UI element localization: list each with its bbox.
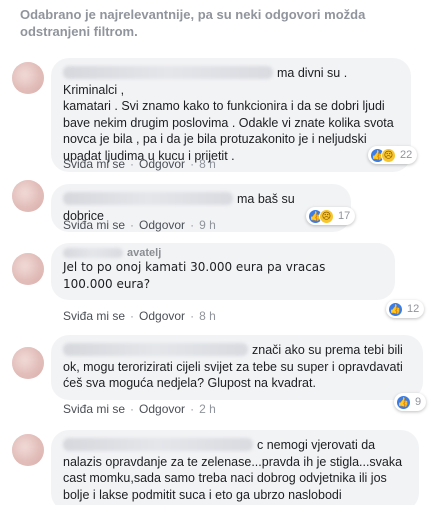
comment-actions: Sviđa mi se · Odgovor · 9 h — [63, 218, 216, 232]
avatar[interactable] — [12, 180, 44, 212]
timestamp[interactable]: 9 h — [199, 218, 216, 232]
sad-icon: ☹ — [319, 208, 334, 224]
comment-text: Jel to po onoj kamati 30.000 eura pa vra… — [63, 260, 326, 291]
comment-bubble: avatelj Jel to po onoj kamati 30.000 eur… — [51, 243, 395, 300]
reaction-summary[interactable]: 👍 ☹ 22 — [368, 146, 418, 164]
comment-text: nalazis opravdanje za te zelenase...prav… — [63, 454, 403, 502]
redacted-author-name[interactable] — [63, 438, 253, 451]
reply-button[interactable]: Odgovor — [139, 218, 185, 232]
like-button[interactable]: Sviđa mi se — [63, 402, 125, 416]
like-button[interactable]: Sviđa mi se — [63, 157, 125, 171]
separator: · — [130, 218, 135, 232]
separator: · — [190, 218, 195, 232]
comment-text-start: c nemogi vjerovati da — [257, 438, 376, 452]
reply-button[interactable]: Odgovor — [139, 157, 185, 171]
redacted-author-name[interactable] — [63, 343, 248, 356]
timestamp[interactable]: 8 h — [199, 157, 216, 171]
redacted-author-name[interactable] — [63, 248, 123, 258]
reaction-count: 22 — [400, 149, 413, 161]
separator: · — [190, 157, 195, 171]
comment-actions: Sviđa mi se · Odgovor · 2 h — [63, 402, 216, 416]
reaction-summary[interactable]: 👍 ☹ 17 — [306, 207, 356, 225]
like-icon: 👍 — [388, 301, 403, 317]
like-icon: 👍 — [396, 394, 411, 410]
separator: · — [130, 402, 135, 416]
avatar[interactable] — [12, 62, 44, 94]
comment-text: Kriminalci , kamatari . Svi znamo kako t… — [63, 82, 394, 163]
comment-bubble: znači ako su prema tebi bili ok, mogu te… — [51, 335, 423, 400]
comment-text: ok, mogu terorizirati cijeli svijet za t… — [63, 359, 403, 391]
reaction-count: 17 — [338, 210, 351, 222]
comment-actions: Sviđa mi se · Odgovor · 8 h — [63, 157, 216, 171]
comment-bubble: ma divni su . Kriminalci , kamatari . Sv… — [51, 58, 411, 172]
redacted-author-name[interactable] — [63, 66, 273, 79]
like-button[interactable]: Sviđa mi se — [63, 218, 125, 232]
separator: · — [130, 309, 135, 323]
redacted-author-name[interactable] — [63, 192, 233, 205]
reaction-summary[interactable]: 👍 12 — [386, 300, 425, 318]
comment-text-start: ma divni su . — [277, 66, 348, 80]
sad-icon: ☹ — [381, 147, 396, 163]
separator: · — [190, 402, 195, 416]
timestamp[interactable]: 2 h — [199, 402, 216, 416]
reply-button[interactable]: Odgovor — [139, 309, 185, 323]
comment-text-start: znači ako su prema tebi bili — [252, 343, 403, 357]
avatar[interactable] — [12, 253, 44, 285]
separator: · — [130, 157, 135, 171]
filter-note: Odabrano je najrelevantnije, pa su neki … — [20, 7, 366, 39]
like-button[interactable]: Sviđa mi se — [63, 309, 125, 323]
avatar[interactable] — [12, 347, 44, 379]
timestamp[interactable]: 8 h — [199, 309, 216, 323]
reaction-count: 9 — [415, 396, 422, 408]
reaction-summary[interactable]: 👍 9 — [394, 393, 427, 411]
author-fragment: avatelj — [127, 247, 162, 259]
comment-bubble: c nemogi vjerovati da nalazis opravdanje… — [51, 430, 419, 505]
comment-actions: Sviđa mi se · Odgovor · 8 h — [63, 309, 216, 323]
separator: · — [190, 309, 195, 323]
reply-button[interactable]: Odgovor — [139, 402, 185, 416]
avatar[interactable] — [12, 434, 44, 466]
reaction-count: 12 — [407, 303, 420, 315]
